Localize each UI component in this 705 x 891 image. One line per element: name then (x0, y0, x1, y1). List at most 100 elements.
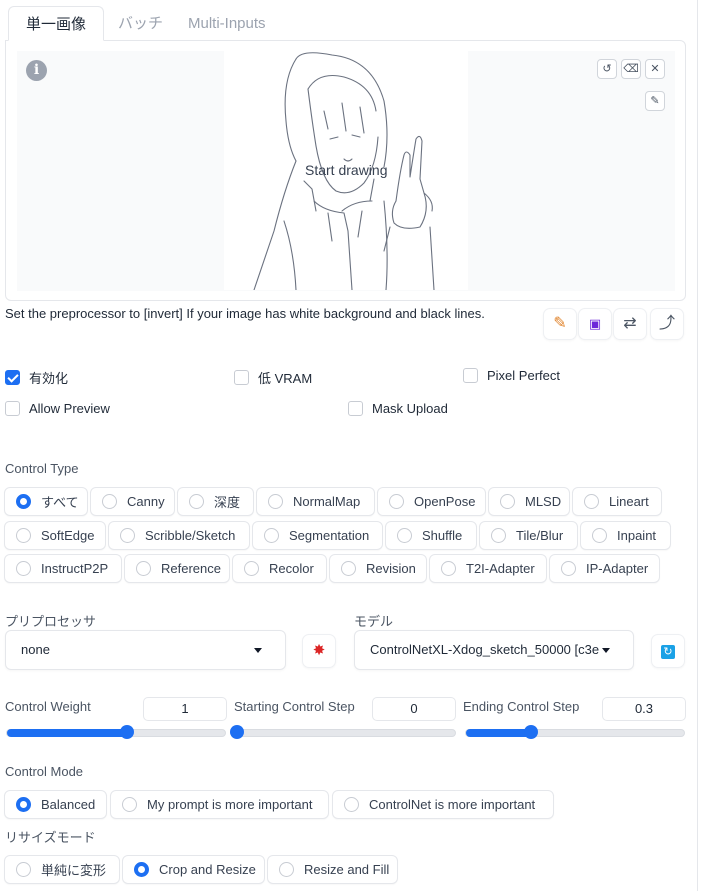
radio[interactable] (120, 528, 135, 543)
radio[interactable] (136, 561, 151, 576)
option-label: Resize and Fill (304, 862, 390, 877)
control-type-recolor[interactable]: Recolor (232, 554, 327, 583)
control-type-lineart[interactable]: Lineart (572, 487, 662, 516)
swap-icon[interactable]: ⇄ (613, 308, 647, 340)
option-label: T2I-Adapter (466, 561, 535, 576)
radio[interactable] (389, 494, 404, 509)
control-type-t2i-adapter[interactable]: T2I-Adapter (429, 554, 547, 583)
resize-mode-just-resize[interactable]: 単純に変形 (4, 855, 120, 884)
option-label: Segmentation (289, 528, 370, 543)
ending-step-input[interactable]: 0.3 (602, 697, 686, 721)
radio[interactable] (341, 561, 356, 576)
low-vram-checkbox[interactable]: 低 VRAM (234, 368, 312, 387)
radio[interactable] (268, 494, 283, 509)
radio-selected[interactable] (16, 494, 31, 509)
tab-batch[interactable]: バッチ (118, 6, 163, 41)
slider-handle[interactable] (119, 725, 134, 739)
control-weight-input[interactable]: 1 (143, 697, 227, 721)
start-drawing-label: Start drawing (305, 162, 388, 178)
edit-icon[interactable]: ✎ (543, 308, 577, 340)
control-type-segmentation[interactable]: Segmentation (252, 521, 383, 550)
radio[interactable] (16, 862, 31, 877)
radio[interactable] (500, 494, 515, 509)
control-type-instructp2p[interactable]: InstructP2P (4, 554, 122, 583)
option-label: Revision (366, 561, 416, 576)
control-weight-slider[interactable] (6, 725, 226, 739)
refresh-models-button[interactable]: ↻ (651, 634, 685, 668)
control-mode-prompt[interactable]: My prompt is more important (110, 790, 329, 819)
run-preprocessor-icon[interactable]: ✸ (302, 634, 336, 668)
radio[interactable] (244, 561, 259, 576)
pixel-perfect-checkbox[interactable]: Pixel Perfect (463, 368, 560, 383)
radio[interactable] (397, 528, 412, 543)
control-type-all[interactable]: すべて (4, 487, 88, 516)
close-icon[interactable]: ✕ (645, 59, 665, 79)
control-type-mlsd[interactable]: MLSD (488, 487, 570, 516)
brush-icon[interactable]: ✎ (645, 91, 665, 111)
preprocessor-dropdown[interactable]: none (5, 630, 286, 670)
starting-step-input[interactable]: 0 (372, 697, 456, 721)
enable-checkbox[interactable]: 有効化 (5, 368, 68, 387)
control-type-openpose[interactable]: OpenPose (377, 487, 486, 516)
option-label: My prompt is more important (147, 797, 313, 812)
tab-multi-inputs[interactable]: Multi-Inputs (188, 6, 266, 41)
pixel-perfect-checkbox-box[interactable] (463, 368, 478, 383)
radio-selected[interactable] (16, 797, 31, 812)
control-type-ip-adapter[interactable]: IP-Adapter (549, 554, 660, 583)
option-label: IP-Adapter (586, 561, 649, 576)
control-type-reference[interactable]: Reference (124, 554, 230, 583)
radio[interactable] (491, 528, 506, 543)
radio[interactable] (592, 528, 607, 543)
radio[interactable] (16, 561, 31, 576)
radio[interactable] (102, 494, 117, 509)
control-type-softedge[interactable]: SoftEdge (4, 521, 106, 550)
mask-upload-checkbox[interactable]: Mask Upload (348, 401, 448, 416)
low-vram-label: 低 VRAM (258, 371, 313, 386)
radio-selected[interactable] (134, 862, 149, 877)
radio[interactable] (279, 862, 294, 877)
control-type-scribble[interactable]: Scribble/Sketch (108, 521, 250, 550)
slider-handle[interactable] (524, 725, 539, 739)
undo-icon[interactable]: ↺ (597, 59, 617, 79)
control-type-depth[interactable]: 深度 (177, 487, 254, 516)
control-type-inpaint[interactable]: Inpaint (580, 521, 671, 550)
radio[interactable] (122, 797, 137, 812)
allow-preview-checkbox[interactable]: Allow Preview (5, 401, 110, 416)
tab-single-image[interactable]: 単一画像 (8, 6, 104, 41)
preprocessor-note: Set the preprocessor to [invert] If your… (5, 306, 485, 321)
radio[interactable] (584, 494, 599, 509)
camera-icon[interactable]: ▣ (578, 308, 612, 340)
low-vram-checkbox-box[interactable] (234, 370, 249, 385)
option-label: Balanced (41, 797, 96, 812)
enable-checkbox-box[interactable] (5, 370, 20, 385)
radio[interactable] (16, 528, 31, 543)
radio[interactable] (561, 561, 576, 576)
control-type-normalmap[interactable]: NormalMap (256, 487, 375, 516)
ending-step-slider[interactable] (465, 725, 685, 739)
model-dropdown[interactable]: ControlNetXL-Xdog_sketch_50000 [c3e (354, 630, 634, 670)
curve-arrow-icon[interactable]: ⤴ (650, 308, 684, 340)
option-label: SoftEdge (41, 528, 95, 543)
eraser-icon[interactable]: ⌫ (621, 59, 641, 79)
resize-mode-crop[interactable]: Crop and Resize (122, 855, 265, 884)
radio[interactable] (441, 561, 456, 576)
control-mode-balanced[interactable]: Balanced (4, 790, 107, 819)
mask-upload-checkbox-box[interactable] (348, 401, 363, 416)
option-label: Shuffle (422, 528, 463, 543)
slider-handle[interactable] (230, 725, 244, 739)
control-type-revision[interactable]: Revision (329, 554, 427, 583)
starting-step-slider[interactable] (230, 725, 456, 739)
control-type-canny[interactable]: Canny (90, 487, 175, 516)
control-type-tile-blur[interactable]: Tile/Blur (479, 521, 578, 550)
preprocessor-value: none (21, 642, 50, 657)
option-label: MLSD (525, 494, 562, 509)
allow-preview-checkbox-box[interactable] (5, 401, 20, 416)
option-label: Lineart (609, 494, 649, 509)
resize-mode-fill[interactable]: Resize and Fill (267, 855, 398, 884)
info-icon[interactable]: i (26, 60, 47, 81)
control-mode-controlnet[interactable]: ControlNet is more important (332, 790, 554, 819)
radio[interactable] (344, 797, 359, 812)
control-type-shuffle[interactable]: Shuffle (385, 521, 477, 550)
radio[interactable] (264, 528, 279, 543)
radio[interactable] (189, 494, 204, 509)
